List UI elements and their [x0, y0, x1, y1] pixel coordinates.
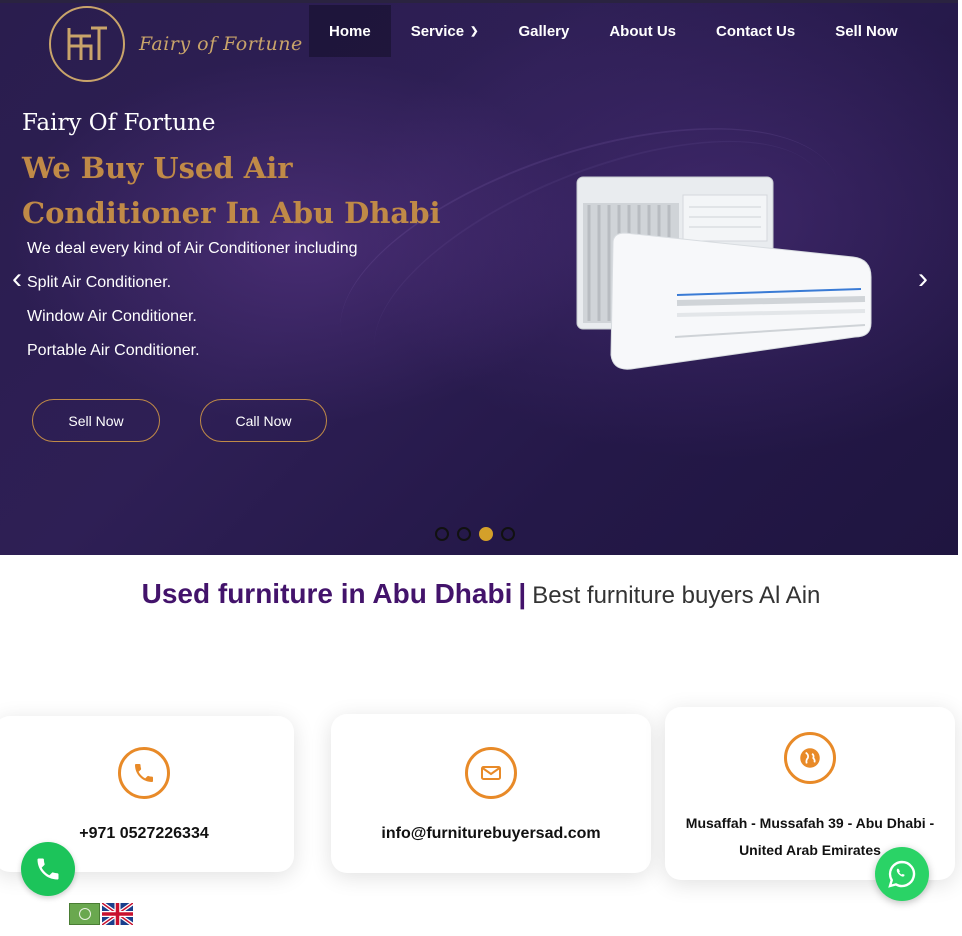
slider-dot[interactable]	[435, 527, 449, 541]
slider-dot-active[interactable]	[479, 527, 493, 541]
nav-service-label: Service	[410, 22, 465, 40]
slider-dot[interactable]	[501, 527, 515, 541]
slider-dot[interactable]	[457, 527, 471, 541]
nav-home[interactable]: Home	[309, 5, 391, 57]
hero-line: Window Air Conditioner.	[27, 308, 197, 325]
main-nav: Home Service ❯ Gallery About Us Contact U…	[309, 5, 918, 57]
phone-icon	[118, 747, 170, 799]
headline-strong: Used furniture in Abu Dhabi	[141, 578, 513, 609]
slider-dots	[435, 527, 523, 541]
headline-light: Best furniture buyers Al Ain	[532, 582, 821, 609]
logo-text: Fairy of Fortune	[139, 33, 303, 55]
globe-icon	[784, 732, 836, 784]
headline-separator: |	[518, 578, 527, 609]
site-logo[interactable]: Fairy of Fortune	[49, 6, 303, 82]
phone-number[interactable]: +971 0527226334	[79, 825, 208, 843]
nav-gallery-label: Gallery	[518, 22, 570, 40]
hero-slider: Fairy of Fortune Home Service ❯ Gallery A…	[0, 0, 958, 555]
slider-next-icon[interactable]: ›	[918, 264, 928, 294]
nav-sell-now[interactable]: Sell Now	[815, 5, 918, 57]
english-flag-icon[interactable]	[102, 903, 133, 925]
floating-call-button[interactable]	[21, 842, 75, 896]
sell-now-button[interactable]: Sell Now	[32, 399, 160, 442]
top-border	[0, 0, 958, 3]
section-headline: Used furniture in Abu Dhabi | Best furnitu…	[0, 578, 962, 610]
nav-about-us[interactable]: About Us	[589, 5, 696, 57]
hero-line: Split Air Conditioner.	[27, 274, 172, 291]
call-now-button[interactable]: Call Now	[200, 399, 327, 442]
whatsapp-icon	[888, 860, 916, 888]
nav-sell-label: Sell Now	[835, 22, 898, 40]
nav-contact-us[interactable]: Contact Us	[696, 5, 815, 57]
air-conditioner-image	[565, 165, 885, 380]
logo-mark-icon	[49, 6, 125, 82]
nav-contact-label: Contact Us	[716, 22, 796, 40]
email-address[interactable]: info@furniturebuyersad.com	[381, 825, 600, 843]
slider-prev-icon[interactable]: ‹	[12, 264, 22, 294]
page: Fairy of Fortune Home Service ❯ Gallery A…	[0, 0, 962, 936]
language-switcher	[69, 903, 135, 925]
nav-service[interactable]: Service ❯	[391, 5, 499, 57]
nav-gallery[interactable]: Gallery	[498, 5, 589, 57]
hero-description: We deal every kind of Air Conditioner in…	[27, 236, 358, 372]
hero-brand: Fairy Of Fortune	[22, 110, 216, 136]
hero-title: We Buy Used Air Conditioner In Abu Dhabi	[22, 151, 441, 230]
chevron-down-icon: ❯	[470, 25, 479, 37]
whatsapp-button[interactable]	[875, 847, 929, 901]
phone-icon	[37, 858, 59, 880]
hero-line: Portable Air Conditioner.	[27, 342, 200, 359]
email-card[interactable]: info@furniturebuyersad.com	[331, 714, 651, 873]
envelope-icon	[465, 747, 517, 799]
nav-about-label: About Us	[609, 22, 677, 40]
hero-line: We deal every kind of Air Conditioner in…	[27, 240, 358, 257]
nav-home-label: Home	[329, 22, 371, 40]
arabic-flag-icon[interactable]	[69, 903, 100, 925]
